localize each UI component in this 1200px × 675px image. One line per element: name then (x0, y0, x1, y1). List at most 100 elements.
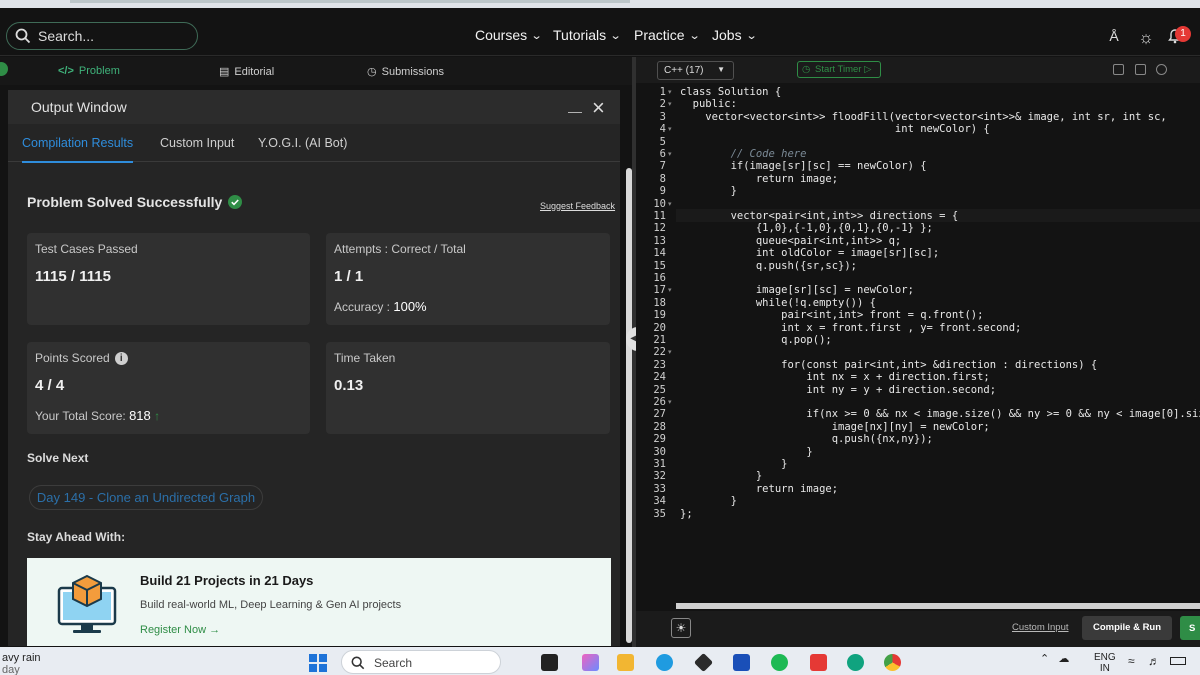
tab-yogi-bot[interactable]: Y.O.G.I. (AI Bot) (258, 136, 347, 150)
tab-custom-input[interactable]: Custom Input (160, 136, 234, 150)
app-icon[interactable] (693, 652, 714, 673)
code-line: image[sr][sc] = newColor; (680, 284, 914, 297)
windows-start-icon[interactable] (309, 654, 327, 672)
editor-horizontal-scrollbar[interactable] (676, 603, 1200, 609)
nav-courses[interactable]: Courses ⌄ (475, 27, 543, 43)
editor-bottom-bar: ☀ Custom Input Compile & Run S (636, 611, 1200, 647)
line-number: 14 (653, 247, 666, 260)
reset-icon[interactable] (1135, 64, 1146, 75)
accuracy-row: Accuracy : 100% (334, 299, 427, 314)
nav-jobs-label: Jobs (712, 27, 742, 43)
chevron-down-icon: ⌄ (688, 29, 701, 42)
total-score-row: Your Total Score: 818 ↑ (35, 408, 160, 423)
code-line: } (680, 445, 813, 458)
taskbar-search[interactable]: Search (341, 650, 501, 674)
line-number: 2 (659, 98, 666, 111)
spotify-icon[interactable] (771, 654, 788, 671)
code-line: int x = front.first , y= front.second; (680, 321, 1022, 334)
code-line: {1,0},{-1,0},{0,1},{0,-1} }; (680, 222, 933, 235)
line-number: 11 (653, 210, 666, 222)
attempts-label: Attempts : Correct / Total (334, 242, 466, 256)
settings-icon[interactable] (1156, 64, 1167, 75)
problem-tabs: </> Problem ▤ Editorial ◷ Submissions (0, 57, 636, 85)
edge-icon[interactable] (656, 654, 673, 671)
attempts-value: 1 / 1 (334, 268, 364, 285)
promo-banner[interactable]: Build 21 Projects in 21 Days Build real-… (27, 558, 611, 646)
lang-line1: ENG (1094, 652, 1116, 663)
compile-run-button[interactable]: Compile & Run (1082, 616, 1172, 640)
language-indicator[interactable]: ENG IN (1094, 652, 1116, 674)
wifi-icon[interactable]: ≈ (1128, 654, 1135, 668)
fold-arrow-icon[interactable]: ▾ (668, 200, 672, 208)
lightbulb-icon[interactable]: ☀ (671, 618, 691, 638)
assistant-icon[interactable] (847, 654, 864, 671)
fold-arrow-icon[interactable]: ▾ (668, 125, 672, 133)
info-icon[interactable]: i (114, 351, 128, 365)
line-number: 21 (653, 334, 666, 346)
fold-arrow-icon[interactable]: ▾ (668, 150, 672, 158)
fold-arrow-icon[interactable]: ▾ (668, 100, 672, 108)
language-select[interactable]: C++ (17) ▼ (657, 61, 734, 80)
fold-arrow-icon[interactable]: ▾ (668, 286, 672, 294)
taskbar-search-label: Search (374, 656, 413, 670)
code-line: queue<pair<int,int>> q; (680, 234, 902, 247)
next-problem-button[interactable]: Day 149 - Clone an Undirected Graph (29, 485, 263, 510)
suggest-feedback-link[interactable]: Suggest Feedback (540, 201, 615, 211)
close-icon[interactable]: × (592, 95, 605, 121)
nav-jobs[interactable]: Jobs ⌄ (712, 27, 757, 43)
fold-arrow-icon[interactable]: ▾ (668, 348, 672, 356)
search-input[interactable]: Search... (6, 22, 198, 50)
fold-arrow-icon[interactable]: ▾ (668, 398, 672, 406)
line-number: 29 (653, 433, 666, 446)
line-number: 12 (653, 222, 666, 235)
code-line: } (680, 185, 737, 198)
translate-icon[interactable]: Å (1104, 28, 1124, 48)
battery-icon[interactable] (1170, 657, 1186, 665)
line-number-gutter: 1 ▾ 2 ▾ 3 4 ▾ 5 6 ▾ 7 8 9 10 ▾ 11 12 13 14 15 16 17 ▾ 18 19 20 21 2… (636, 84, 676, 611)
start-timer-button[interactable]: ◷ Start Timer ▷ (797, 61, 881, 78)
line-number: 33 (653, 482, 666, 495)
chrome-icon[interactable] (884, 654, 901, 671)
time-card: Time Taken 0.13 (326, 342, 610, 434)
volume-icon[interactable]: ♬ (1148, 654, 1160, 668)
office-icon[interactable] (810, 654, 827, 671)
code-line: } (680, 470, 763, 483)
line-number: 19 (653, 309, 666, 322)
nav-tutorials[interactable]: Tutorials ⌄ (553, 27, 622, 43)
weather-widget[interactable]: avy rain day (2, 652, 41, 675)
file-explorer-icon[interactable] (617, 654, 634, 671)
line-number: 28 (653, 420, 666, 433)
promo-subtitle: Build real-world ML, Deep Learning & Gen… (140, 599, 402, 611)
document-icon: ▤ (219, 66, 230, 78)
test-cases-card: Test Cases Passed 1115 / 1115 (27, 233, 310, 325)
code-editor[interactable]: 1 ▾ 2 ▾ 3 4 ▾ 5 6 ▾ 7 8 9 10 ▾ 11 12 13 14 15 16 17 ▾ 18 19 20 21 2… (636, 84, 1200, 611)
code-line: while(!q.empty()) { (680, 296, 876, 309)
check-circle-icon (228, 195, 243, 209)
nav-practice[interactable]: Practice ⌄ (634, 27, 701, 43)
copy-icon[interactable] (1113, 64, 1124, 75)
code-line: public: (680, 98, 737, 111)
copilot-icon[interactable] (582, 654, 599, 671)
chevron-down-icon: ⌄ (609, 29, 622, 42)
custom-input-link[interactable]: Custom Input (1012, 622, 1069, 633)
submit-button[interactable]: S (1180, 616, 1200, 640)
system-tray[interactable]: ⌃ ☁ (1040, 652, 1069, 665)
lang-line2: IN (1099, 663, 1110, 674)
nav-practice-label: Practice (634, 27, 685, 43)
line-number: 18 (653, 296, 666, 309)
accuracy-label: Accuracy : (334, 300, 391, 314)
store-icon[interactable] (733, 654, 750, 671)
theme-toggle-icon[interactable]: ☼ (1136, 28, 1156, 48)
code-line: pair<int,int> front = q.front(); (680, 309, 984, 322)
tab-editorial[interactable]: ▤ Editorial (219, 65, 274, 79)
timer-icon: ◷ (802, 64, 811, 75)
line-number: 32 (653, 470, 666, 483)
tab-submissions[interactable]: ◷ Submissions (367, 65, 444, 79)
register-now-link[interactable]: Register Now → (140, 624, 220, 636)
tab-problem[interactable]: </> Problem (58, 65, 120, 77)
fold-arrow-icon[interactable]: ▾ (668, 88, 672, 96)
minimize-icon[interactable]: — (568, 103, 582, 119)
task-view-icon[interactable] (541, 654, 558, 671)
line-number: 27 (653, 408, 666, 421)
tab-compilation-results[interactable]: Compilation Results (22, 136, 134, 163)
